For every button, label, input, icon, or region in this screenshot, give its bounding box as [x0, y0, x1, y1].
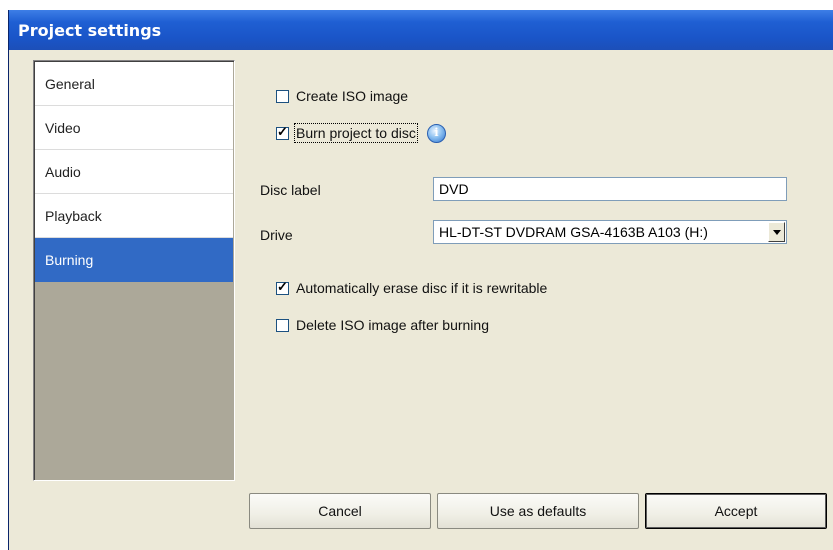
info-icon[interactable]: i [427, 124, 446, 143]
auto-erase-checkbox[interactable]: ✓ [276, 279, 289, 295]
auto-erase-label[interactable]: Automatically erase disc if it is rewrit… [296, 280, 547, 296]
project-settings-dialog: Project settings General Video Audio Pla… [8, 10, 833, 550]
check-mark-icon: ✓ [277, 279, 288, 294]
disc-label-input[interactable] [433, 177, 787, 201]
dropdown-arrow-button[interactable] [768, 222, 785, 242]
title-bar[interactable]: Project settings [9, 10, 833, 50]
burn-to-disc-label[interactable]: Burn project to disc [294, 123, 418, 143]
check-mark-icon: ✓ [277, 124, 288, 139]
disc-label-caption: Disc label [260, 182, 321, 198]
nav-item-label: Burning [45, 252, 94, 268]
dialog-title: Project settings [18, 21, 162, 40]
settings-category-list: General Video Audio Playback Burning [33, 60, 235, 481]
nav-item-burning[interactable]: Burning [35, 238, 233, 282]
nav-item-audio[interactable]: Audio [35, 150, 233, 194]
nav-item-label: Playback [45, 208, 102, 224]
delete-iso-label[interactable]: Delete ISO image after burning [296, 317, 489, 333]
create-iso-label[interactable]: Create ISO image [296, 88, 408, 104]
drive-select-value: HL-DT-ST DVDRAM GSA-4163B A103 (H:) [439, 224, 708, 240]
nav-item-label: General [45, 76, 95, 92]
use-as-defaults-button[interactable]: Use as defaults [437, 493, 639, 529]
nav-item-video[interactable]: Video [35, 106, 233, 150]
cancel-button[interactable]: Cancel [249, 493, 431, 529]
drive-caption: Drive [260, 227, 293, 243]
nav-item-playback[interactable]: Playback [35, 194, 233, 238]
drive-select[interactable]: HL-DT-ST DVDRAM GSA-4163B A103 (H:) [433, 220, 787, 244]
create-iso-checkbox[interactable] [276, 90, 289, 103]
nav-item-general[interactable]: General [35, 62, 233, 106]
chevron-down-icon [773, 230, 781, 235]
accept-button[interactable]: Accept [645, 493, 827, 529]
burn-to-disc-checkbox[interactable]: ✓ [276, 124, 289, 140]
delete-iso-checkbox[interactable] [276, 319, 289, 332]
nav-item-label: Audio [45, 164, 81, 180]
nav-item-label: Video [45, 120, 81, 136]
